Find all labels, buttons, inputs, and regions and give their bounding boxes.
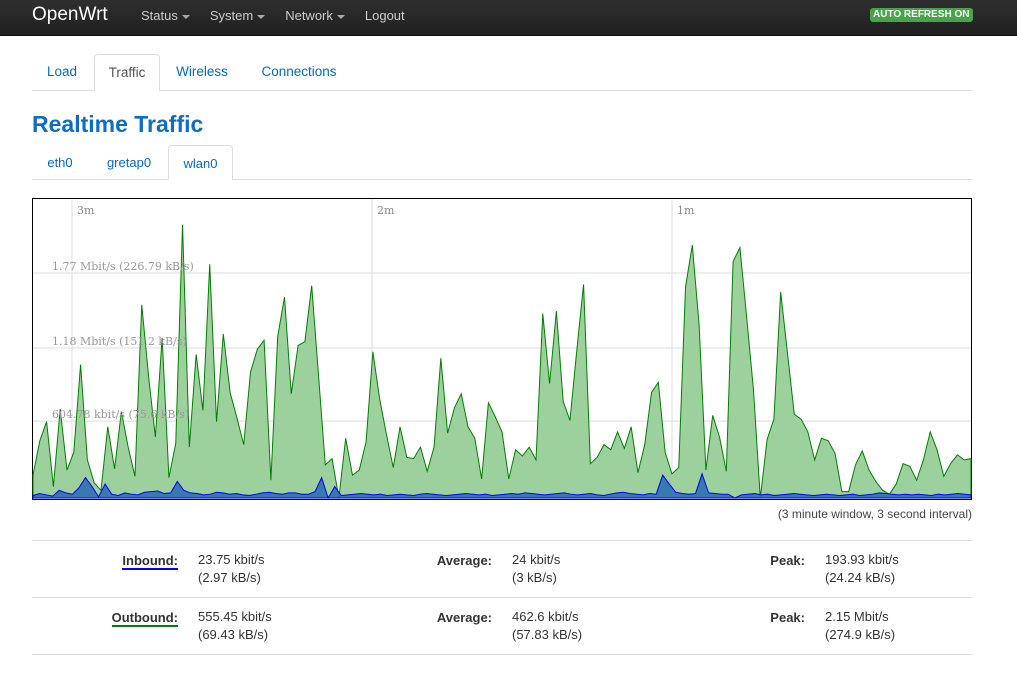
inbound-current-kbit: 23.75 kbit/s xyxy=(198,552,265,567)
menu-logout-label: Logout xyxy=(364,8,405,23)
menu-system-label: System xyxy=(209,8,254,23)
inbound-peak-kbit: 193.93 kbit/s xyxy=(825,552,899,567)
value-label: 1.18 Mbit/s (151.2 kB/s) xyxy=(52,335,187,348)
tab-eth0[interactable]: eth0 xyxy=(32,145,88,178)
inbound-average-kb: (3 kB/s) xyxy=(512,570,557,585)
time-label: 1m xyxy=(677,204,695,217)
traffic-stats: Inbound: 23.75 kbit/s (2.97 kB/s) Average… xyxy=(32,540,972,655)
inbound-average: 24 kbit/s (3 kB/s) xyxy=(512,551,560,587)
outbound-peak-kbit: 2.15 Mbit/s xyxy=(825,609,889,624)
inbound-average-label: Average: xyxy=(436,553,492,568)
value-label: 1.77 Mbit/s (226.79 kB/s) xyxy=(52,260,194,273)
menu-logout[interactable]: Logout xyxy=(355,0,415,35)
window-note: (3 minute window, 3 second interval) xyxy=(777,507,972,521)
outbound-average-kb: (57.83 kB/s) xyxy=(512,627,583,642)
outbound-average-kbit: 462.6 kbit/s xyxy=(512,609,579,624)
time-label: 3m xyxy=(77,204,95,217)
page-title: Realtime Traffic xyxy=(32,111,204,137)
inbound-peak: 193.93 kbit/s (24.24 kB/s) xyxy=(825,551,899,587)
auto-refresh-badge[interactable]: AUTO REFRESH ON xyxy=(870,8,973,22)
outbound-average-label: Average: xyxy=(436,610,492,625)
brand-logo[interactable]: OpenWrt xyxy=(32,4,108,26)
chevron-down-icon xyxy=(257,14,266,19)
interface-tabs: eth0 gretap0 wlan0 xyxy=(32,145,972,180)
outbound-peak-label: Peak: xyxy=(770,610,805,625)
traffic-chart: 3m 2m 1m 1.77 Mbit/s (226.79 kB/s) 1.18 Mbit… xyxy=(32,198,972,500)
tab-gretap0[interactable]: gretap0 xyxy=(94,145,164,178)
tab-load[interactable]: Load xyxy=(32,54,92,89)
outbound-label: Outbound: xyxy=(111,610,178,627)
outbound-peak: 2.15 Mbit/s (274.9 kB/s) xyxy=(825,608,895,644)
tab-connections[interactable]: Connections xyxy=(250,54,348,89)
outbound-row: Outbound: 555.45 kbit/s (69.43 kB/s) Aver… xyxy=(32,597,972,655)
inbound-peak-label: Peak: xyxy=(770,553,805,568)
value-label: 604.78 kbit/s (75.6 kB/s) xyxy=(52,408,189,421)
menu-status[interactable]: Status xyxy=(131,0,200,35)
tab-wlan0[interactable]: wlan0 xyxy=(168,145,233,180)
tab-traffic[interactable]: Traffic xyxy=(94,54,160,91)
inbound-label: Inbound: xyxy=(122,553,178,570)
outbound-average: 462.6 kbit/s (57.83 kB/s) xyxy=(512,608,582,644)
inbound-row: Inbound: 23.75 kbit/s (2.97 kB/s) Average… xyxy=(32,540,972,597)
top-navbar: OpenWrt Status System Network Logout AUT… xyxy=(0,0,1017,36)
outbound-peak-kb: (274.9 kB/s) xyxy=(825,627,896,642)
time-label: 2m xyxy=(377,204,395,217)
inbound-average-kbit: 24 kbit/s xyxy=(512,552,561,567)
outbound-current-kb: (69.43 kB/s) xyxy=(198,627,269,642)
outbound-current: 555.45 kbit/s (69.43 kB/s) xyxy=(198,608,272,644)
status-tabs: Load Traffic Wireless Connections xyxy=(32,54,972,91)
menu-network-label: Network xyxy=(285,8,333,23)
inbound-current: 23.75 kbit/s (2.97 kB/s) xyxy=(198,551,265,587)
menu-status-label: Status xyxy=(141,8,178,23)
menu-network[interactable]: Network xyxy=(275,0,355,35)
outbound-current-kbit: 555.45 kbit/s xyxy=(198,609,272,624)
chevron-down-icon xyxy=(336,14,345,19)
chevron-down-icon xyxy=(181,14,190,19)
menu-system[interactable]: System xyxy=(200,0,275,35)
main-menu: Status System Network Logout xyxy=(131,0,415,35)
tab-wireless[interactable]: Wireless xyxy=(164,54,240,89)
inbound-peak-kb: (24.24 kB/s) xyxy=(825,570,896,585)
inbound-current-kb: (2.97 kB/s) xyxy=(198,570,261,585)
